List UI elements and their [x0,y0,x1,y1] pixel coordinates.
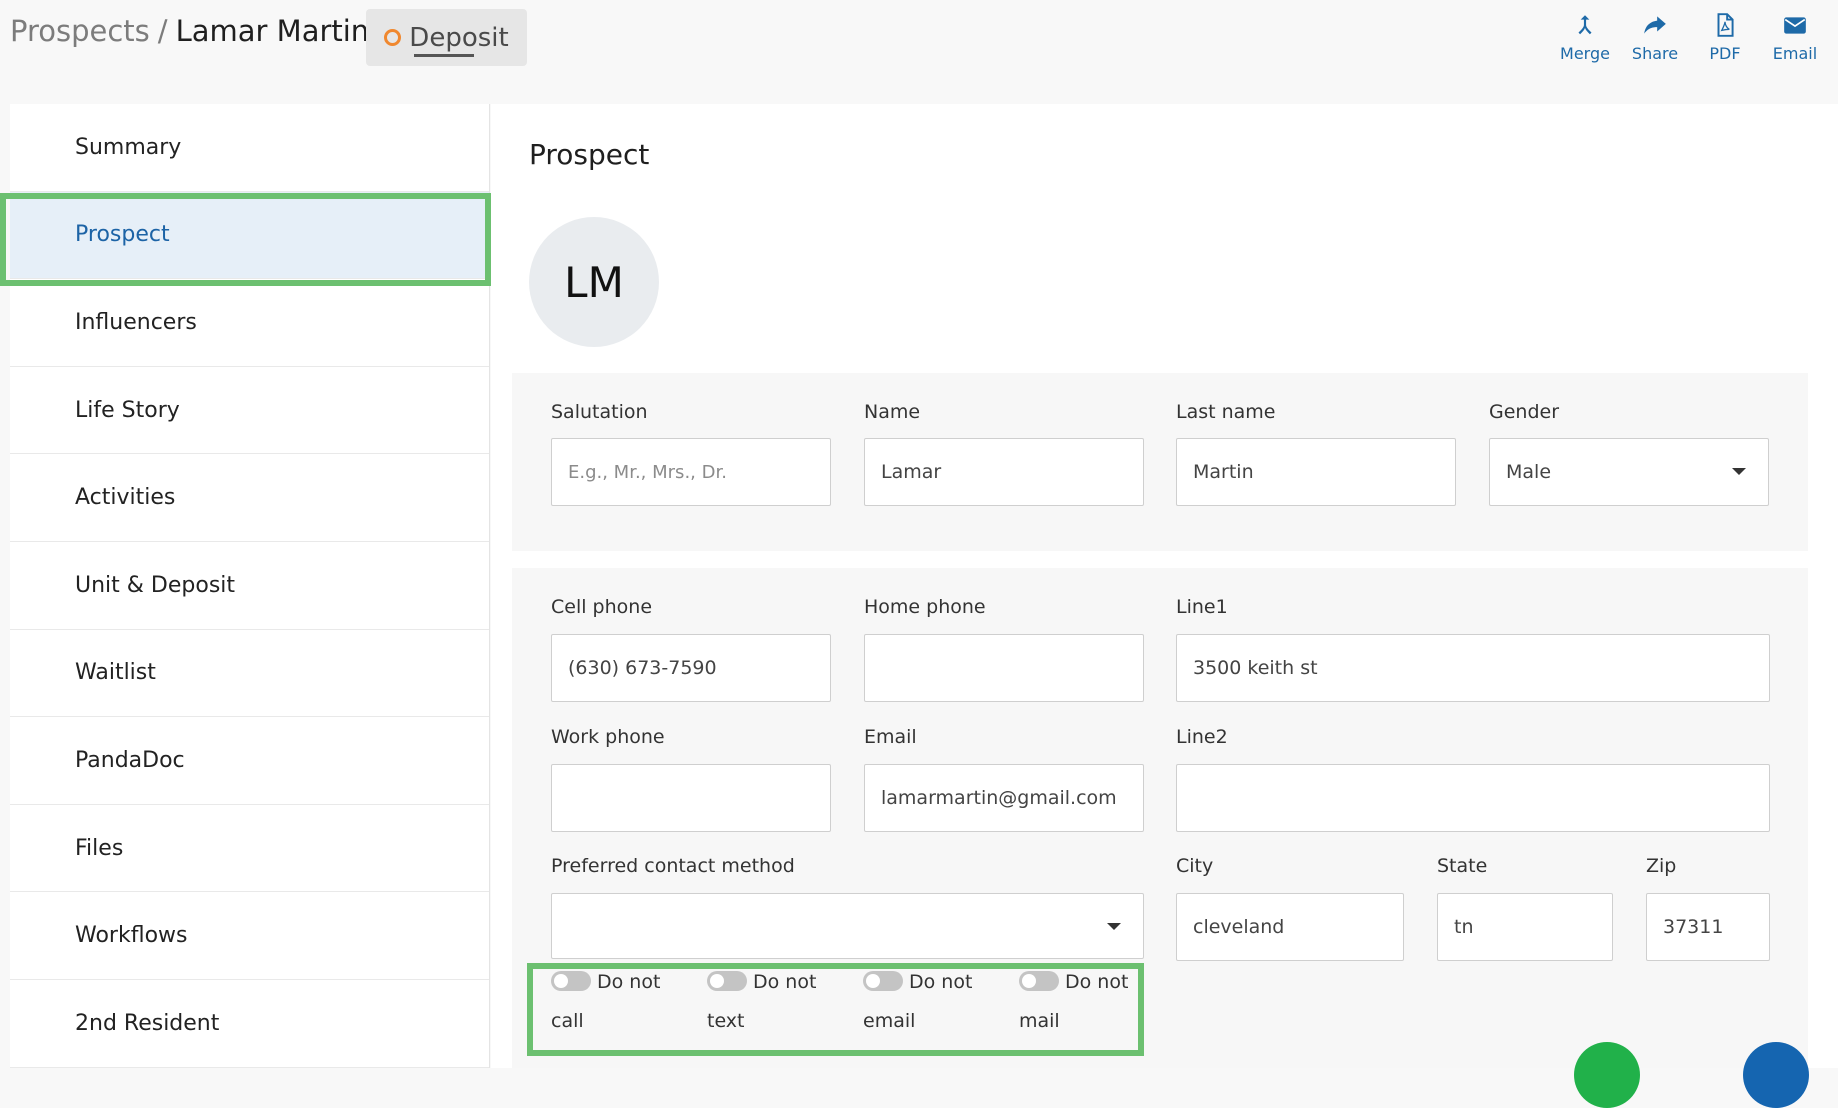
toggle-label-2: mail [1019,1010,1060,1032]
preferred-contact-select[interactable] [551,893,1144,959]
line1-input[interactable]: 3500 keith st [1176,634,1770,702]
sidebar-item-files[interactable]: Files [10,805,489,893]
status-label: Deposit [409,22,509,53]
line2-input[interactable] [1176,764,1770,832]
email-icon [1784,17,1806,34]
work-phone-label: Work phone [551,726,665,748]
sidebar-item-workflows[interactable]: Workflows [10,892,489,980]
toggle-switch[interactable] [707,971,747,991]
cell-phone-input[interactable]: (630) 673-7590 [551,634,831,702]
toggle-label-1: Do not [909,971,973,993]
share-button[interactable]: Share [1620,12,1690,63]
share-icon [1644,16,1666,34]
status-circle-icon [384,29,402,46]
merge-label: Merge [1560,44,1610,63]
header-actions: Merge Share PDF Email [1550,12,1830,63]
page-header: Prospects / Lamar Martin Deposit Merge S… [0,0,1838,100]
contact-card: Cell phone (630) 673-7590 Home phone Lin… [512,568,1808,1068]
preferred-contact-label: Preferred contact method [551,855,795,877]
email-label: Email [864,726,917,748]
toggle-switch[interactable] [1019,971,1059,991]
page-title: Prospect [529,138,650,171]
last-name-input[interactable]: Martin [1176,438,1456,506]
toggle-label-1: Do not [597,971,661,993]
salutation-label: Salutation [551,401,648,423]
sidebar-item-unit-deposit[interactable]: Unit & Deposit [10,542,489,630]
toggle-label-2: text [707,1010,745,1032]
work-phone-input[interactable] [551,764,831,832]
pdf-label: PDF [1709,44,1741,63]
do-not-mail-toggle[interactable]: Do not mail [1019,963,1159,1041]
toggle-label-2: email [863,1010,916,1032]
share-label: Share [1631,44,1679,63]
toggle-label-1: Do not [753,971,817,993]
email-label: Email [1772,44,1818,63]
first-name-input[interactable]: Lamar [864,438,1144,506]
city-label: City [1176,855,1214,877]
home-phone-input[interactable] [864,634,1144,702]
sidebar-item-life-story[interactable]: Life Story [10,367,489,455]
email-button[interactable]: Email [1760,12,1830,63]
sidebar-item-waitlist[interactable]: Waitlist [10,630,489,718]
cell-phone-label: Cell phone [551,596,653,618]
gender-value: Male [1506,461,1552,483]
email-input[interactable]: lamarmartin@gmail.com [864,764,1144,832]
sidebar-item-2nd-resident[interactable]: 2nd Resident [10,980,489,1068]
do-not-email-toggle[interactable]: Do not email [863,963,1003,1041]
pdf-button[interactable]: PDF [1690,12,1760,63]
breadcrumb-current: Lamar Martin [175,14,370,48]
sidebar-item-activities[interactable]: Activities [10,454,489,542]
sidebar-item-pandadoc[interactable]: PandaDoc [10,717,489,805]
merge-icon [1578,15,1592,35]
do-not-call-toggle[interactable]: Do not call [551,963,691,1041]
sidebar-nav: Summary Prospect Influencers Life Story … [10,104,490,1068]
chat-fab-button[interactable] [1574,1042,1640,1108]
main-panel: Prospect LM Salutation E.g., Mr., Mrs., … [491,104,1838,1108]
sidebar-item-prospect[interactable]: Prospect [10,191,489,280]
line1-label: Line1 [1176,596,1228,618]
last-name-label: Last name [1176,401,1276,423]
status-underline [414,54,474,57]
city-input[interactable]: cleveland [1176,893,1404,961]
pdf-icon [1717,13,1734,37]
name-card: Salutation E.g., Mr., Mrs., Dr. Name Lam… [512,373,1808,551]
do-not-text-toggle[interactable]: Do not text [707,963,847,1041]
chevron-down-icon [1107,923,1121,930]
name-label: Name [864,401,921,423]
sidebar-item-influencers[interactable]: Influencers [10,279,489,367]
chevron-down-icon [1732,468,1746,475]
toggle-switch[interactable] [863,971,903,991]
gender-label: Gender [1489,401,1560,423]
status-badge[interactable]: Deposit [366,9,527,66]
home-phone-label: Home phone [864,596,986,618]
toggle-label-2: call [551,1010,584,1032]
line2-label: Line2 [1176,726,1228,748]
state-input[interactable]: tn [1437,893,1613,961]
do-not-contact-toggles: Do not call Do not text Do not email Do … [551,963,1151,1058]
gender-select[interactable]: Male [1489,438,1769,506]
avatar[interactable]: LM [529,217,659,347]
toggle-switch[interactable] [551,971,591,991]
breadcrumb: Prospects / Lamar Martin [10,14,369,48]
breadcrumb-separator: / [157,14,168,48]
zip-input[interactable]: 37311 [1646,893,1770,961]
toggle-label-1: Do not [1065,971,1129,993]
sidebar-item-summary[interactable]: Summary [10,104,489,192]
state-label: State [1437,855,1488,877]
zip-label: Zip [1646,855,1677,877]
salutation-input[interactable]: E.g., Mr., Mrs., Dr. [551,438,831,506]
help-fab-button[interactable] [1743,1042,1809,1108]
merge-button[interactable]: Merge [1550,12,1620,63]
breadcrumb-prospects-link[interactable]: Prospects [10,14,150,48]
